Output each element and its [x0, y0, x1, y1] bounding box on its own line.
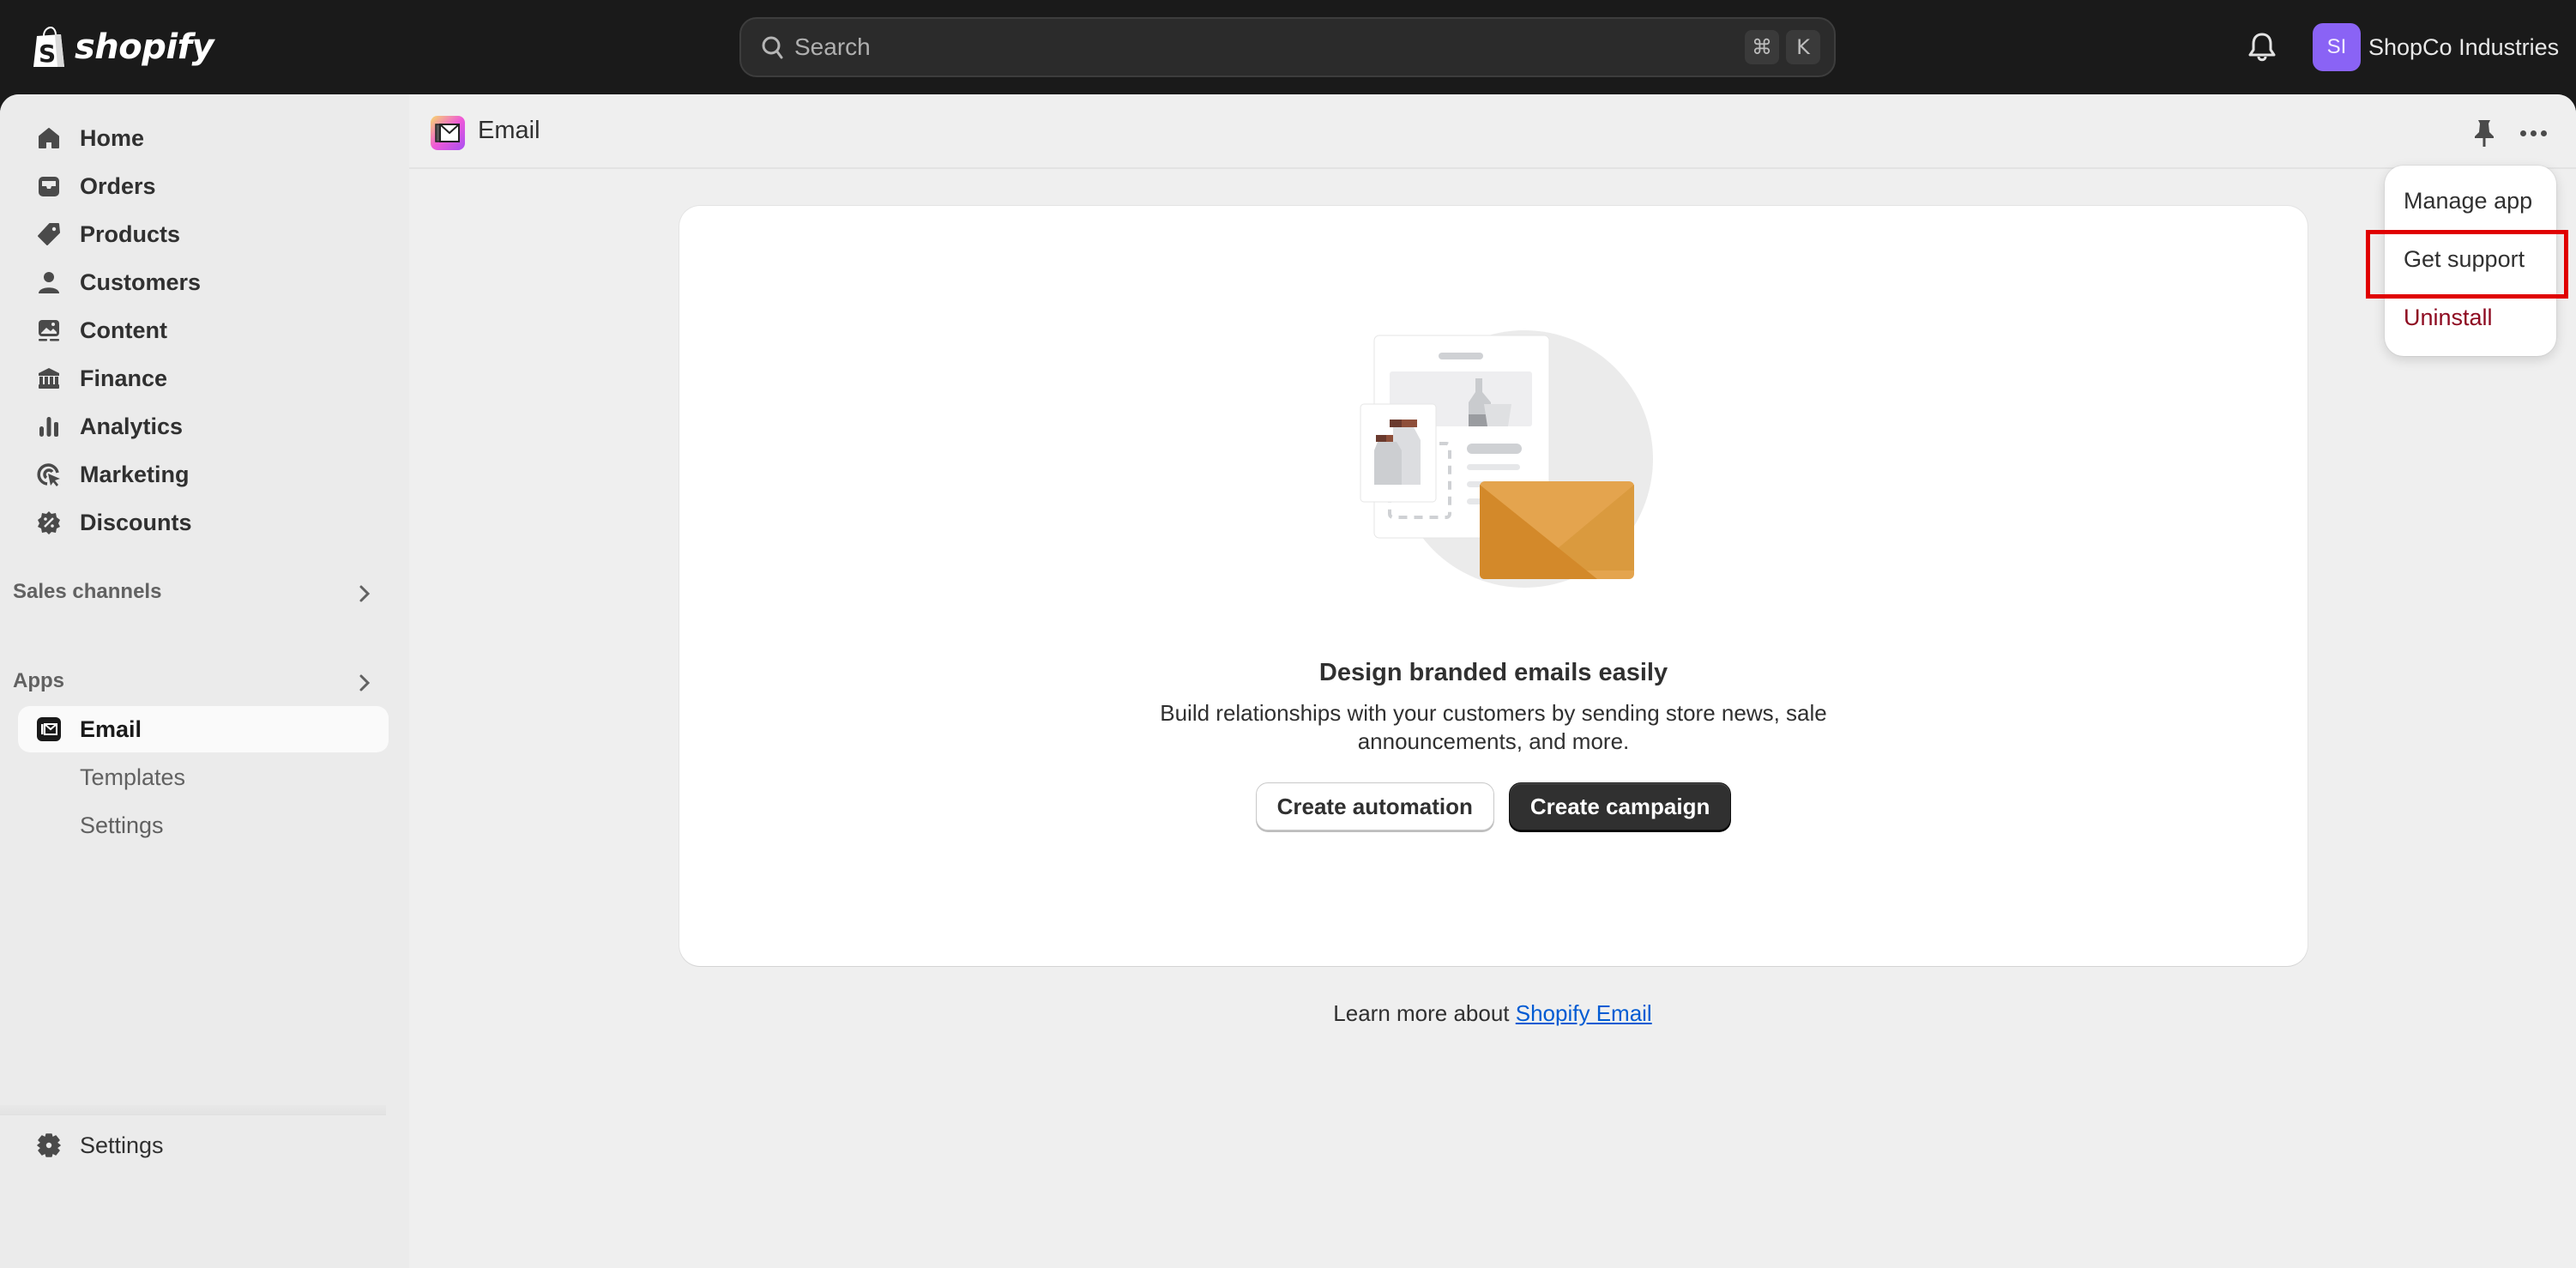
envelope-icon [435, 124, 460, 142]
sidebar-item-label: Discounts [80, 509, 192, 535]
dot [2519, 130, 2526, 136]
search-bar[interactable]: ⌘ K [739, 17, 1836, 77]
image-icon [39, 320, 59, 341]
sidebar-item-email[interactable]: Email [18, 706, 389, 752]
sidebar-item-templates[interactable]: Templates [18, 754, 389, 800]
empty-state-title: Design branded emails easily [1318, 659, 1668, 686]
email-app-icon [431, 116, 465, 150]
sidebar-divider [0, 1105, 386, 1115]
empty-state-actions: Create automation Create campaign [679, 782, 2308, 830]
sidebar-item-label: Analytics [80, 413, 184, 439]
sidebar-item-label: Marketing [80, 461, 190, 487]
account-menu[interactable]: SI ShopCo Industries [2313, 23, 2559, 71]
target-icon [37, 463, 60, 486]
learn-more-text: Learn more about Shopify Email [409, 1000, 2576, 1027]
notifications-bell-icon[interactable] [2247, 31, 2277, 63]
empty-state-card: Design branded emails easily Build relat… [679, 206, 2308, 966]
svg-text:S: S [39, 39, 56, 68]
home-icon [39, 128, 59, 148]
chevron-right-icon [359, 585, 371, 602]
search-input[interactable] [794, 33, 1738, 61]
sidebar-item-label: Settings [80, 812, 164, 838]
sidebar-item-label: Email [80, 716, 142, 742]
avatar: SI [2313, 23, 2361, 71]
sidebar-item-products[interactable]: Products [18, 211, 389, 257]
gear-icon [37, 1133, 61, 1157]
sidebar: Home Orders Products Customers Content F… [0, 94, 409, 1268]
sidebar-item-content[interactable]: Content [18, 307, 389, 353]
sales-channels-section[interactable]: Sales channels [13, 575, 389, 609]
pin-icon[interactable] [2471, 118, 2497, 148]
sidebar-item-label: Products [80, 220, 181, 247]
sidebar-item-finance[interactable]: Finance [18, 355, 389, 402]
sidebar-item-label: Templates [80, 764, 186, 790]
search-icon [762, 36, 783, 59]
sidebar-item-discounts[interactable]: Discounts [18, 499, 389, 546]
page-header: Email [409, 94, 2576, 169]
menu-item-uninstall[interactable]: Uninstall [2404, 305, 2493, 331]
dot [2530, 130, 2537, 136]
orders-icon [39, 177, 59, 196]
bar-chart-icon [39, 417, 58, 437]
tag-icon [38, 223, 60, 245]
more-actions-menu: Manage app Get support Uninstall [2385, 166, 2556, 356]
page-title: Email [478, 117, 540, 144]
sidebar-item-analytics[interactable]: Analytics [18, 403, 389, 450]
section-label: Apps [13, 669, 64, 692]
shopify-logo[interactable]: S shopify [32, 24, 214, 70]
sidebar-item-label: Home [80, 124, 145, 151]
sidebar-item-label: Customers [80, 269, 202, 295]
top-bar: S shopify ⌘ K SI ShopCo Industries [0, 0, 2576, 94]
sidebar-item-marketing[interactable]: Marketing [18, 451, 389, 498]
email-illustration [1360, 330, 1653, 588]
shortcut-key-k: K [1786, 30, 1820, 64]
sidebar-item-settings[interactable]: Settings [18, 1122, 389, 1168]
bank-icon [39, 368, 59, 389]
apps-section[interactable]: Apps [13, 664, 389, 698]
create-automation-button[interactable]: Create automation [1255, 782, 1494, 830]
sidebar-item-home[interactable]: Home [18, 115, 389, 161]
sidebar-item-customers[interactable]: Customers [18, 259, 389, 305]
menu-item-manage-app[interactable]: Manage app [2404, 188, 2532, 214]
main-content: Email Design branded emails easily Build… [409, 94, 2576, 1268]
dot [2540, 130, 2547, 136]
section-label: Sales channels [13, 580, 162, 603]
shopify-email-link[interactable]: Shopify Email [1516, 1000, 1652, 1026]
sidebar-item-orders[interactable]: Orders [18, 163, 389, 209]
more-actions-button[interactable] [2516, 118, 2550, 148]
discount-icon [38, 511, 60, 534]
chevron-right-icon [359, 674, 371, 691]
sidebar-item-label: Finance [80, 365, 168, 391]
learn-more-prefix: Learn more about [1333, 1000, 1516, 1026]
store-name: ShopCo Industries [2368, 33, 2560, 60]
person-icon [39, 272, 59, 293]
sidebar-item-label: Content [80, 317, 167, 343]
menu-item-get-support[interactable]: Get support [2404, 246, 2525, 273]
create-campaign-button[interactable]: Create campaign [1508, 782, 1732, 830]
email-icon [37, 717, 61, 741]
empty-state-description: Build relationships with your customers … [1160, 700, 1827, 754]
sidebar-item-label: Orders [80, 172, 156, 199]
shopify-bag-icon: S [33, 26, 64, 68]
app-shell: Home Orders Products Customers Content F… [0, 94, 2576, 1268]
sidebar-item-label: Settings [80, 1132, 164, 1158]
sidebar-item-email-settings[interactable]: Settings [18, 802, 389, 848]
brand-name: shopify [75, 27, 214, 67]
shortcut-key-cmd: ⌘ [1745, 30, 1779, 64]
